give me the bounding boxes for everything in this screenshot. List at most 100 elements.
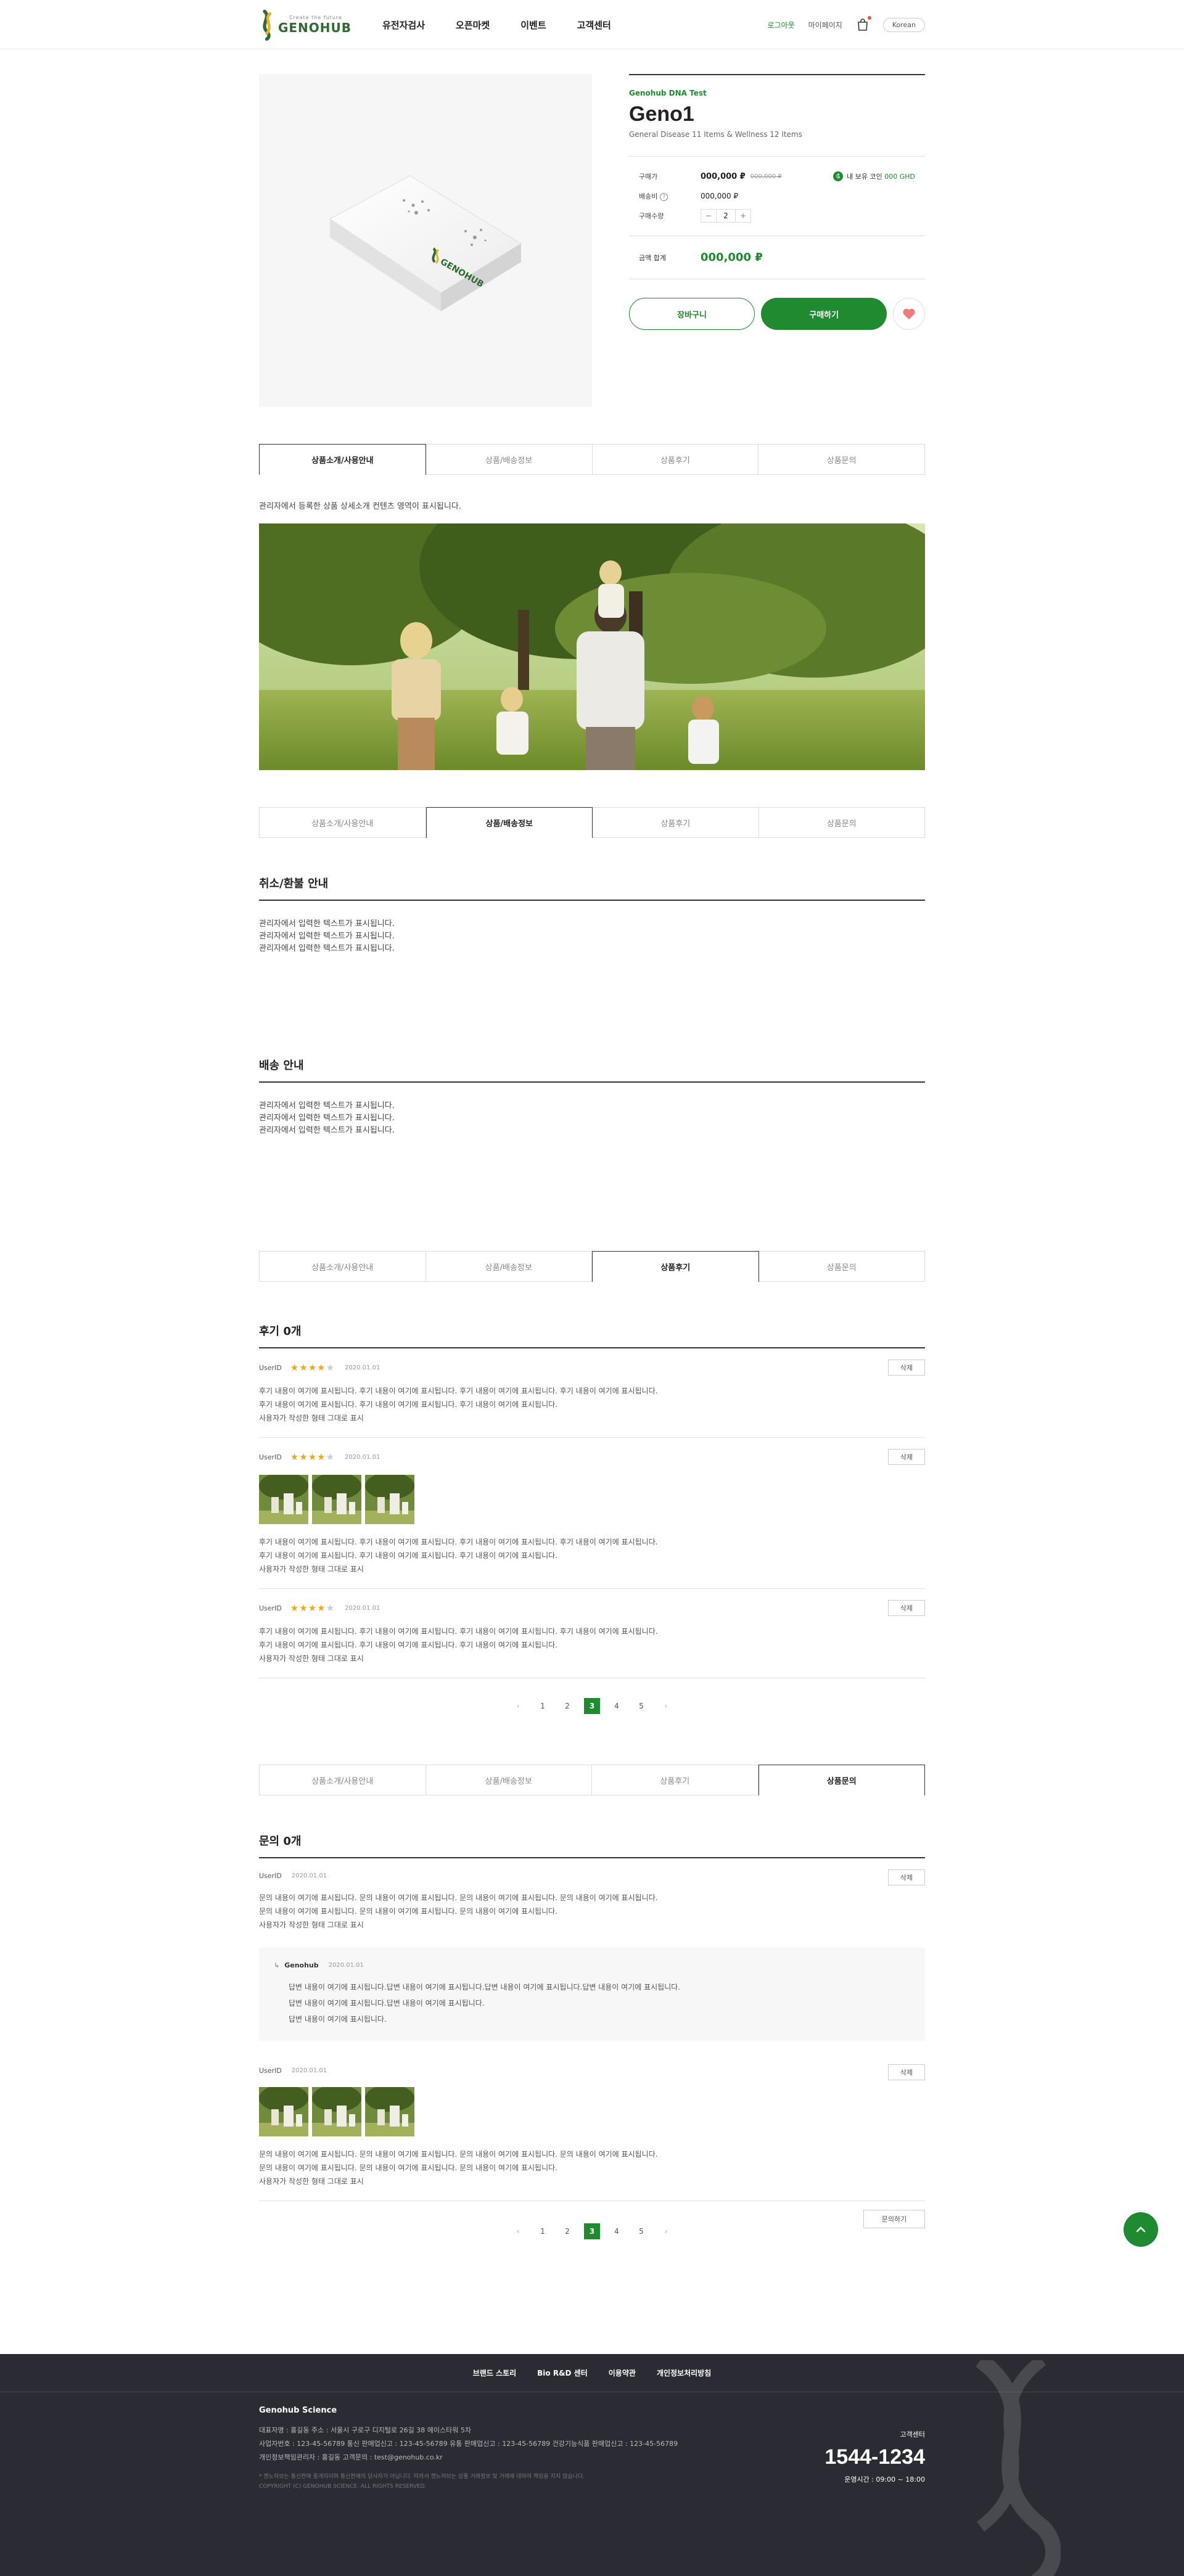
tab-qna[interactable]: 상품문의 bbox=[758, 1251, 925, 1282]
delete-question-button[interactable]: 삭제 bbox=[888, 2064, 925, 2080]
footer-link-rnd-center[interactable]: Bio R&D 센터 bbox=[537, 2368, 588, 2378]
tab-qna[interactable]: 상품문의 bbox=[758, 807, 925, 838]
tab-shipping-info[interactable]: 상품/배송정보 bbox=[426, 1251, 592, 1282]
page-link[interactable]: 4 bbox=[609, 2223, 625, 2239]
footer-link-brand-story[interactable]: 브랜드 스토리 bbox=[473, 2368, 516, 2378]
logo-wordmark: GENOHUB bbox=[278, 20, 352, 35]
detail-tabs: 상품소개/사용안내 상품/배송정보 상품후기 상품문의 bbox=[259, 1765, 925, 1795]
qna-user: UserID bbox=[259, 2067, 282, 2075]
qna-photo[interactable] bbox=[312, 2087, 361, 2136]
price-label: 구매가 bbox=[639, 173, 658, 181]
quantity-minus-button[interactable]: − bbox=[701, 210, 716, 222]
review-pagination: ‹ 1 2 3 4 5 › bbox=[259, 1698, 925, 1714]
delivery-title: 배송 안내 bbox=[259, 1057, 925, 1083]
delete-review-button[interactable]: 삭제 bbox=[888, 1449, 925, 1465]
language-select[interactable]: Korean bbox=[882, 17, 925, 32]
review-photo[interactable] bbox=[365, 1475, 414, 1524]
genohub-logo[interactable]: Create the future GENOHUB bbox=[259, 6, 352, 43]
review-photo[interactable] bbox=[259, 1475, 308, 1524]
quantity-value[interactable]: 2 bbox=[716, 210, 736, 222]
review-item: UserID ★★★★★ 2020.01.01 삭제 후기 내용이 여기에 표시… bbox=[259, 1438, 925, 1589]
family-photo bbox=[259, 523, 925, 770]
product-image: GENOHUB bbox=[259, 74, 592, 407]
delete-review-button[interactable]: 삭제 bbox=[888, 1600, 925, 1616]
tab-intro[interactable]: 상품소개/사용안내 bbox=[259, 807, 426, 838]
scroll-to-top-button[interactable] bbox=[1124, 2212, 1158, 2247]
nav-open-market[interactable]: 오픈마켓 bbox=[456, 18, 490, 31]
tab-reviews[interactable]: 상품후기 bbox=[592, 1765, 758, 1795]
page-link-current[interactable]: 3 bbox=[584, 2223, 600, 2239]
page-link[interactable]: 5 bbox=[633, 1698, 649, 1714]
coin-value: 000 GHD bbox=[884, 172, 915, 181]
page-link[interactable]: 2 bbox=[559, 1698, 575, 1714]
star-rating: ★★★★★ bbox=[290, 1602, 335, 1614]
cancel-text-line: 관리자에서 입력한 텍스트가 표시됩니다. bbox=[259, 919, 395, 929]
qna-text-line: 문의 내용이 여기에 표시됩니다. 문의 내용이 여기에 표시됩니다. 문의 내… bbox=[259, 2150, 658, 2159]
qna-photo[interactable] bbox=[259, 2087, 308, 2136]
footer-link-privacy[interactable]: 개인정보처리방침 bbox=[657, 2368, 711, 2378]
delivery-text-line: 관리자에서 입력한 텍스트가 표시됩니다. bbox=[259, 1114, 395, 1123]
heart-icon bbox=[903, 308, 915, 320]
qna-text-line: 사용자가 작성한 형태 그대로 표시 bbox=[259, 2177, 364, 2186]
page-link[interactable]: 2 bbox=[559, 2223, 575, 2239]
delivery-section: 배송 안내 관리자에서 입력한 텍스트가 표시됩니다. 관리자에서 입력한 텍스… bbox=[259, 1057, 925, 1137]
tab-intro[interactable]: 상품소개/사용안내 bbox=[259, 1251, 426, 1282]
mypage-link[interactable]: 마이페이지 bbox=[808, 20, 842, 30]
delivery-text-line: 관리자에서 입력한 텍스트가 표시됩니다. bbox=[259, 1126, 395, 1135]
nav-genetic-test[interactable]: 유전자검사 bbox=[382, 18, 425, 31]
quantity-plus-button[interactable]: + bbox=[736, 210, 750, 222]
star-rating: ★★★★★ bbox=[290, 1451, 335, 1462]
ask-question-button[interactable]: 문의하기 bbox=[863, 2210, 925, 2228]
tab-shipping-info[interactable]: 상품/배송정보 bbox=[426, 1765, 592, 1795]
next-page-icon[interactable]: › bbox=[658, 2223, 674, 2239]
detail-tabs: 상품소개/사용안내 상품/배송정보 상품후기 상품문의 bbox=[259, 444, 925, 475]
tab-qna[interactable]: 상품문의 bbox=[758, 444, 925, 475]
add-to-cart-button[interactable]: 장바구니 bbox=[629, 298, 755, 330]
review-text-line: 사용자가 작성한 형태 그대로 표시 bbox=[259, 1414, 364, 1422]
logo-mark-icon bbox=[263, 9, 272, 41]
cs-label: 고객센터 bbox=[900, 2430, 925, 2439]
header-utility: 로그아웃 마이페이지 Korean bbox=[767, 0, 925, 49]
review-item: UserID ★★★★★ 2020.01.01 삭제 후기 내용이 여기에 표시… bbox=[259, 1589, 925, 1678]
page-link-current[interactable]: 3 bbox=[584, 1698, 600, 1714]
tab-reviews[interactable]: 상품후기 bbox=[592, 444, 759, 475]
cs-phone-number: 1544-1234 bbox=[824, 2445, 925, 2469]
buy-now-button[interactable]: 구매하기 bbox=[761, 298, 887, 330]
page-link[interactable]: 1 bbox=[535, 2223, 551, 2239]
answer-text-line: 답변 내용이 여기에 표시됩니다.답변 내용이 여기에 표시됩니다.답변 내용이… bbox=[289, 1983, 681, 1991]
site-header: Create the future GENOHUB 유전자검사 오픈마켓 이벤트… bbox=[0, 0, 1184, 49]
qna-photo[interactable] bbox=[365, 2087, 414, 2136]
prev-page-icon[interactable]: ‹ bbox=[510, 2223, 526, 2239]
nav-event[interactable]: 이벤트 bbox=[520, 18, 546, 31]
total-value: 000,000 ₽ bbox=[701, 251, 763, 264]
footer-link-terms[interactable]: 이용약관 bbox=[609, 2368, 636, 2378]
tab-reviews[interactable]: 상품후기 bbox=[593, 807, 759, 838]
review-date: 2020.01.01 bbox=[345, 1364, 380, 1371]
qna-item: UserID 2020.01.01 삭제 문의 내용이 여기에 표시됩니다. 문… bbox=[259, 2053, 925, 2201]
logout-link[interactable]: 로그아웃 bbox=[767, 20, 794, 30]
next-page-icon[interactable]: › bbox=[658, 1698, 674, 1714]
tab-qna[interactable]: 상품문의 bbox=[758, 1765, 925, 1795]
tab-shipping-info[interactable]: 상품/배송정보 bbox=[426, 807, 593, 838]
wishlist-button[interactable] bbox=[893, 298, 925, 330]
prev-page-icon[interactable]: ‹ bbox=[510, 1698, 526, 1714]
tab-intro[interactable]: 상품소개/사용안내 bbox=[259, 444, 426, 475]
review-text-line: 사용자가 작성한 형태 그대로 표시 bbox=[259, 1565, 364, 1573]
delete-review-button[interactable]: 삭제 bbox=[888, 1360, 925, 1376]
tab-reviews[interactable]: 상품후기 bbox=[592, 1251, 759, 1282]
answer-author: Genohub bbox=[284, 1961, 319, 1969]
page-link[interactable]: 1 bbox=[535, 1698, 551, 1714]
cart-icon[interactable] bbox=[856, 16, 871, 31]
tab-shipping-info[interactable]: 상품/배송정보 bbox=[426, 444, 593, 475]
review-photo[interactable] bbox=[312, 1475, 361, 1524]
delete-question-button[interactable]: 삭제 bbox=[888, 1869, 925, 1885]
page-link[interactable]: 4 bbox=[609, 1698, 625, 1714]
page-link[interactable]: 5 bbox=[633, 2223, 649, 2239]
qna-text-line: 사용자가 작성한 형태 그대로 표시 bbox=[259, 1921, 364, 1929]
shipping-value: 000,000 ₽ bbox=[701, 192, 739, 200]
info-icon[interactable]: ? bbox=[660, 193, 668, 202]
qna-user: UserID bbox=[259, 1872, 282, 1880]
nav-customer-center[interactable]: 고객센터 bbox=[577, 18, 611, 31]
detail-tabs: 상품소개/사용안내 상품/배송정보 상품후기 상품문의 bbox=[259, 807, 925, 838]
tab-intro[interactable]: 상품소개/사용안내 bbox=[259, 1765, 426, 1795]
